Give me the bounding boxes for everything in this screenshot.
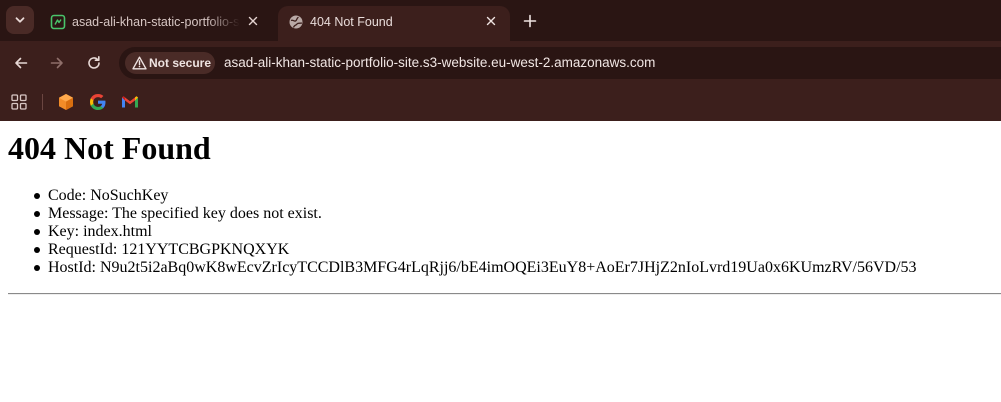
globe-icon (288, 14, 304, 30)
bookmarks-separator (42, 94, 43, 110)
arrow-right-icon (50, 57, 63, 69)
new-tab-button[interactable] (518, 9, 542, 33)
bullet (34, 229, 40, 235)
site-favicon-icon (50, 14, 66, 30)
tab-portfolio-site[interactable]: asad-ali-khan-static-portfolio-site (40, 6, 272, 41)
browser-chrome: asad-ali-khan-static-portfolio-site 404 … (0, 0, 1001, 121)
tab-close-icon[interactable] (244, 12, 262, 30)
bookmarks-bar (0, 85, 1001, 121)
host-id: HostId: N9u2t5i2aBq0wK8wEcvZrIcyTCCDlB3M… (48, 259, 917, 276)
tab-strip: asad-ali-khan-static-portfolio-site 404 … (0, 0, 1001, 41)
horizontal-rule (8, 293, 1001, 295)
bullet (34, 193, 40, 199)
list-item: RequestId: 121YYTCBGPKNQXYK (8, 241, 988, 259)
google-icon[interactable] (88, 92, 108, 112)
cube-extension-icon[interactable] (56, 92, 76, 112)
bullet (34, 211, 40, 217)
security-label: Not secure (149, 56, 212, 70)
browser-toolbar: Not secure asad-ali-khan-static-portfoli… (0, 41, 1001, 85)
tab-close-icon[interactable] (482, 12, 500, 30)
list-item: HostId: N9u2t5i2aBq0wK8wEcvZrIcyTCCDlB3M… (8, 259, 988, 277)
error-code: Code: NoSuchKey (48, 187, 169, 204)
arrow-left-icon (15, 57, 28, 69)
error-key: Key: index.html (48, 223, 152, 240)
back-button[interactable] (8, 50, 34, 76)
apps-grid-icon[interactable] (9, 92, 29, 112)
request-id: RequestId: 121YYTCBGPKNQXYK (48, 241, 290, 258)
chevron-down-icon (15, 17, 25, 23)
page-title: 404 Not Found (8, 130, 211, 166)
plus-icon (523, 14, 537, 28)
tab-search-button[interactable] (6, 6, 34, 34)
bullet (34, 247, 40, 253)
tab-404-not-found[interactable]: 404 Not Found (278, 6, 510, 41)
tab-title: asad-ali-khan-static-portfolio-site (72, 15, 240, 29)
bullet (34, 265, 40, 271)
address-bar[interactable]: Not secure asad-ali-khan-static-portfoli… (119, 47, 1001, 79)
list-item: Message: The specified key does not exis… (8, 205, 988, 223)
gmail-icon[interactable] (120, 92, 140, 112)
url-text[interactable]: asad-ali-khan-static-portfolio-site.s3-w… (224, 54, 655, 72)
forward-button[interactable] (44, 50, 70, 76)
reload-button[interactable] (81, 50, 107, 76)
warning-triangle-icon (132, 56, 147, 70)
page-content: 404 Not Found Code: NoSuchKey Message: T… (0, 121, 1001, 402)
list-item: Code: NoSuchKey (8, 187, 988, 205)
error-message: Message: The specified key does not exis… (48, 205, 322, 222)
security-indicator[interactable]: Not secure (125, 52, 215, 74)
tab-title: 404 Not Found (310, 15, 393, 29)
error-details-list: Code: NoSuchKey Message: The specified k… (8, 187, 988, 277)
reload-icon (88, 56, 100, 69)
list-item: Key: index.html (8, 223, 988, 241)
